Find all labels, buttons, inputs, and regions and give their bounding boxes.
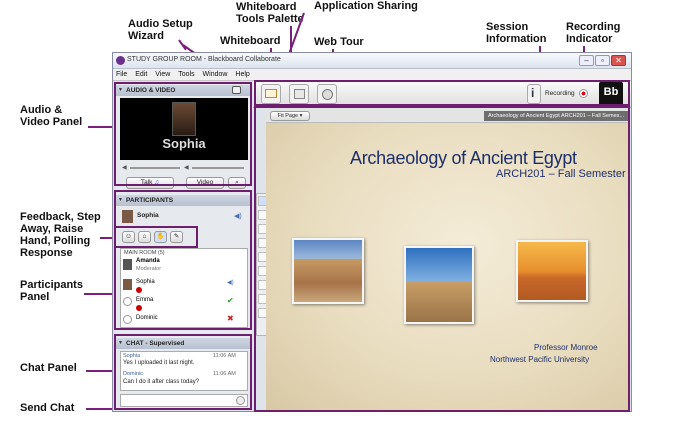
callout-chat: Chat Panel [20,362,77,374]
highlight-participants [114,190,252,330]
highlight-whiteboard-stage [254,106,630,412]
callout-audio-video: Audio & Video Panel [20,104,83,128]
title-bar: STUDY GROUP ROOM - Blackboard Collaborat… [113,53,631,69]
callout-recording: Recording Indicator [566,21,621,45]
annotated-screenshot: { "callouts": { "audio_setup": "Audio Se… [0,0,700,438]
maximize-button[interactable]: ▫ [595,55,610,66]
callout-whiteboard: Whiteboard [220,35,281,47]
menu-view[interactable]: View [152,69,173,78]
menu-help[interactable]: Help [232,69,252,78]
menu-window[interactable]: Window [200,69,231,78]
highlight-toolbar [254,80,630,106]
highlight-feedback [114,226,198,248]
highlight-chat [114,334,252,410]
callout-web-tour: Web Tour [314,36,364,48]
menu-tools[interactable]: Tools [175,69,197,78]
menu-file[interactable]: File [113,69,130,78]
callout-audio-setup: Audio Setup Wizard [128,18,193,42]
callout-app-sharing: Application Sharing [314,0,418,12]
minimize-button[interactable]: – [579,55,594,66]
window-title: STUDY GROUP ROOM - Blackboard Collaborat… [127,56,281,63]
highlight-audio-video [114,82,252,186]
callout-session-info: Session Information [486,21,547,45]
callout-feedback: Feedback, Step Away, Raise Hand, Polling… [20,211,101,259]
app-icon [116,56,125,65]
menu-edit[interactable]: Edit [132,69,150,78]
callout-send-chat: Send Chat [20,402,75,414]
close-button[interactable]: ✕ [611,55,626,66]
callout-participants: Participants Panel [20,279,83,303]
